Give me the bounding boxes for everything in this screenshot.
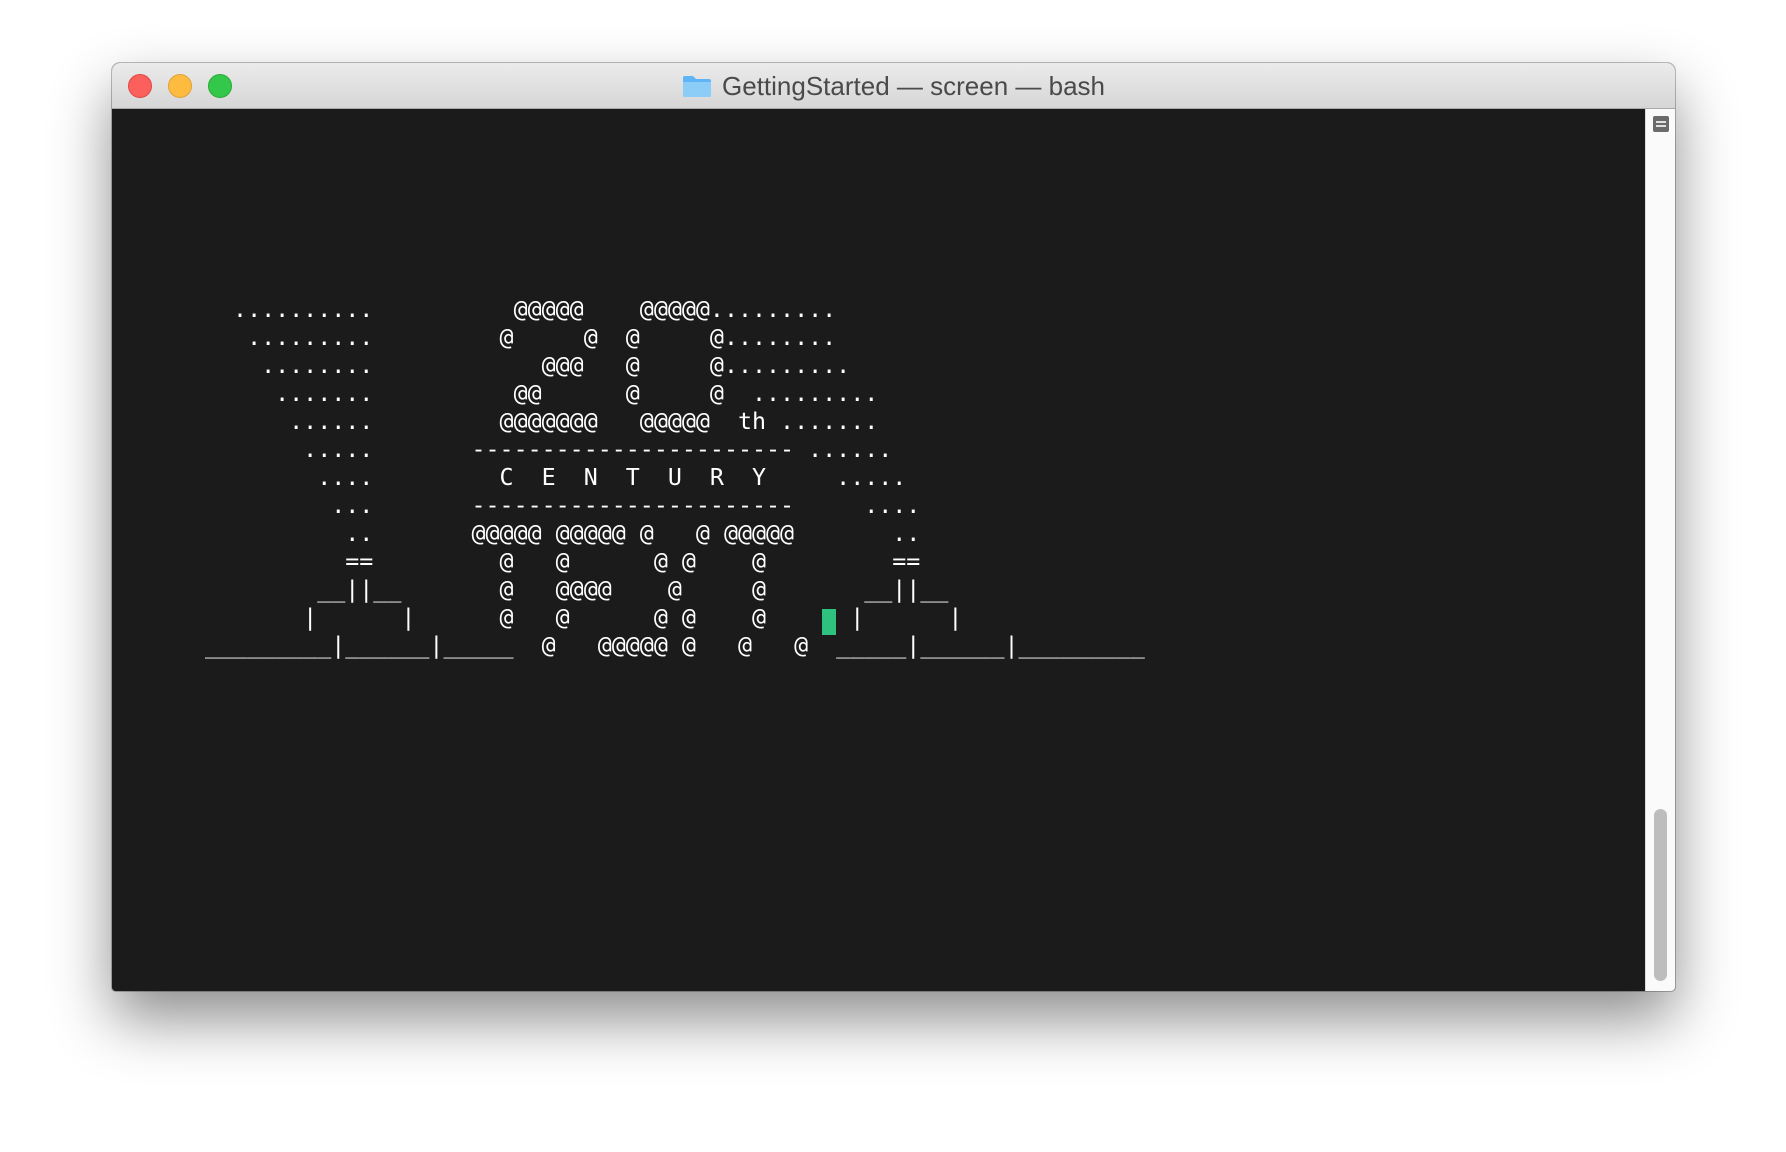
terminal-cursor (822, 609, 836, 635)
window-title: GettingStarted — screen — bash (722, 70, 1105, 101)
window-title-area: GettingStarted — screen — bash (112, 63, 1675, 109)
title-bar[interactable]: GettingStarted — screen — bash (112, 63, 1675, 109)
terminal-window: GettingStarted — screen — bash .........… (112, 63, 1675, 991)
ascii-art-output: .......... @@@@@ @@@@@......... ........… (205, 296, 1145, 659)
scrollbar-thumb[interactable] (1654, 809, 1667, 981)
vertical-scrollbar[interactable] (1645, 109, 1675, 991)
split-pane-icon[interactable] (1653, 116, 1669, 132)
terminal-content[interactable]: .......... @@@@@ @@@@@......... ........… (112, 109, 1645, 991)
folder-icon (682, 74, 712, 98)
